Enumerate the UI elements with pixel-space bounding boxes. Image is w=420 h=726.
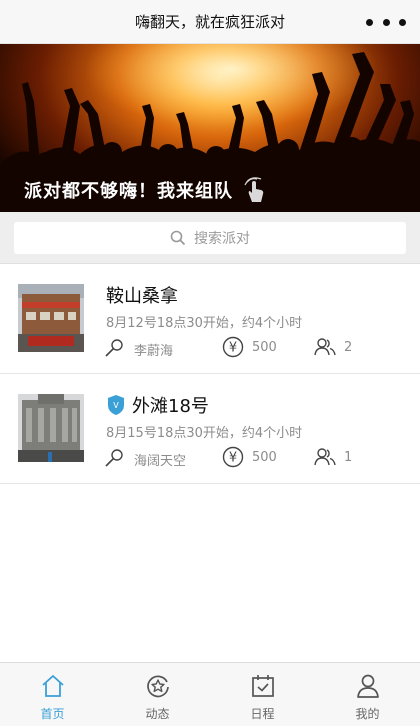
people-icon — [314, 338, 336, 356]
tab-label: 日程 — [250, 707, 275, 721]
party-people-count: 2 — [344, 340, 353, 355]
party-name: 外滩18号 — [132, 396, 209, 417]
calendar-icon — [251, 675, 274, 697]
party-meta: 海阔天空 ¥ 500 1 — [104, 446, 404, 470]
party-list-item[interactable]: V 外滩18号 8月15号18点30开始，约4个小时 海阔天空 ¥ 500 1 — [0, 374, 420, 484]
party-time: 8月12号18点30开始，约4个小时 — [106, 316, 303, 331]
banner-caption: 派对都不够嗨！我来组队 — [24, 176, 269, 204]
party-title-row: 鞍山桑拿 — [106, 282, 178, 308]
yuan-icon: ¥ — [222, 446, 244, 468]
star-badge-icon — [146, 675, 169, 698]
search-bar-area: 搜索派对 — [0, 212, 420, 264]
user-icon — [356, 674, 379, 698]
party-host: 李蔚海 — [134, 344, 174, 359]
navigation-bar: 嗨翻天，就在疯狂派对 — [0, 0, 420, 44]
tab-home[interactable]: 首页 — [0, 663, 105, 726]
microphone-icon — [105, 449, 123, 467]
tap-hand-icon — [244, 177, 264, 202]
party-list-item[interactable]: 鞍山桑拿 8月12号18点30开始，约4个小时 李蔚海 ¥ 500 2 — [0, 264, 420, 374]
svg-text:¥: ¥ — [229, 341, 237, 356]
tab-label: 首页 — [40, 707, 65, 721]
party-banner[interactable]: 派对都不够嗨！我来组队 — [0, 44, 420, 212]
verified-shield-icon: V — [108, 395, 124, 415]
tab-label: 我的 — [355, 707, 380, 721]
party-host: 海阔天空 — [134, 454, 187, 469]
search-placeholder: 搜索派对 — [194, 231, 250, 247]
party-thumbnail — [18, 284, 84, 352]
tab-mine[interactable]: 我的 — [315, 663, 420, 726]
tab-label: 动态 — [145, 707, 170, 721]
party-people-count: 1 — [344, 450, 353, 465]
party-thumbnail — [18, 394, 84, 462]
party-meta: 李蔚海 ¥ 500 2 — [104, 336, 404, 360]
banner-caption-text: 派对都不够嗨！我来组队 — [24, 181, 233, 202]
yuan-icon: ¥ — [222, 336, 244, 358]
search-input[interactable]: 搜索派对 — [14, 222, 406, 254]
home-icon — [41, 675, 64, 697]
more-dots-icon[interactable] — [366, 11, 406, 33]
party-list: 鞍山桑拿 8月12号18点30开始，约4个小时 李蔚海 ¥ 500 2 V 外滩… — [0, 264, 420, 484]
bottom-tab-bar: 首页 动态 日程 我的 — [0, 662, 420, 726]
tab-activity[interactable]: 动态 — [105, 663, 210, 726]
microphone-icon — [105, 339, 123, 357]
people-icon — [314, 448, 336, 466]
party-price: 500 — [252, 450, 277, 465]
party-time: 8月15号18点30开始，约4个小时 — [106, 426, 303, 441]
verified-badge-text: V — [113, 401, 119, 410]
party-price: 500 — [252, 340, 277, 355]
search-icon — [170, 230, 186, 246]
tab-schedule[interactable]: 日程 — [210, 663, 315, 726]
page-title: 嗨翻天，就在疯狂派对 — [134, 13, 285, 31]
party-name: 鞍山桑拿 — [106, 286, 178, 307]
svg-text:¥: ¥ — [229, 451, 237, 466]
party-title-row: V 外滩18号 — [106, 392, 209, 418]
